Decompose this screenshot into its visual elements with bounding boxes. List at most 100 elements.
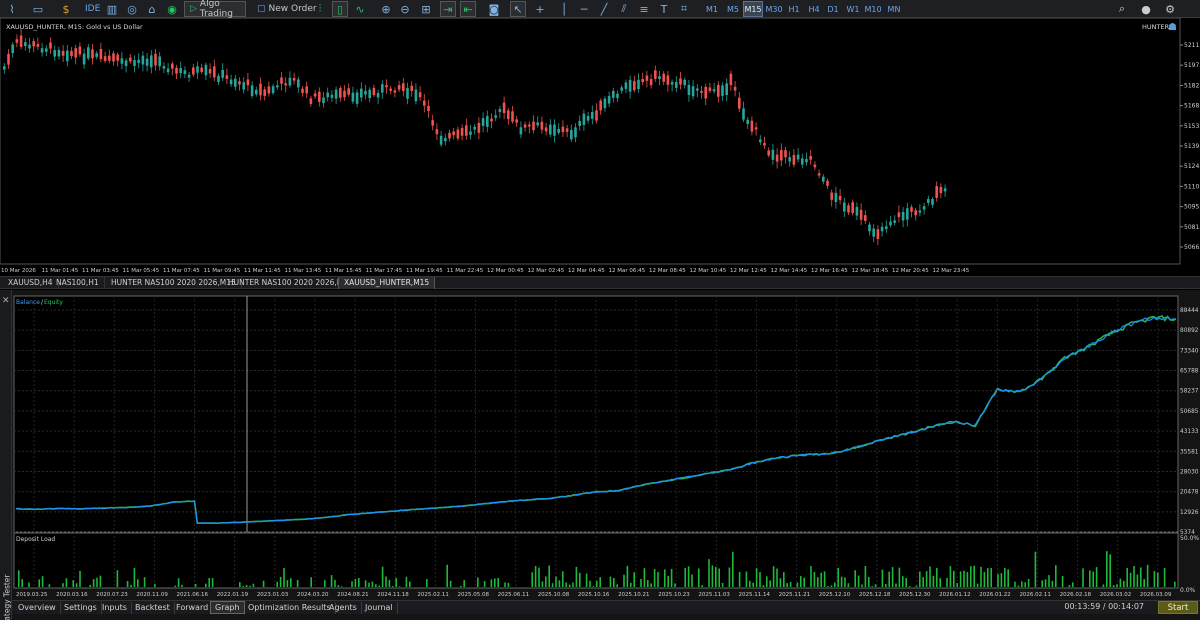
text-icon[interactable]: T xyxy=(656,1,672,17)
tab-settings[interactable]: Settings xyxy=(60,602,102,614)
timeframe-m10[interactable]: M10 xyxy=(863,1,883,17)
deposit-load-bar xyxy=(538,567,540,587)
candle-body xyxy=(931,199,934,205)
candle-body xyxy=(171,63,174,69)
zoom-out-icon[interactable]: ⊖ xyxy=(397,1,413,17)
market-icon[interactable]: $ xyxy=(58,1,74,17)
trendline-icon[interactable]: ╱ xyxy=(596,1,612,17)
close-icon[interactable]: ✕ xyxy=(2,296,10,306)
deposit-load-bar xyxy=(211,578,214,587)
start-button[interactable]: Start xyxy=(1158,601,1198,614)
deposit-load-bar xyxy=(623,574,625,587)
chart-type-icon[interactable]: ⌇ xyxy=(4,1,20,17)
price-chart[interactable]: 5211. 5197. 5182. 5168. 5153. 5139. 5124. 5110.… xyxy=(0,18,1200,274)
deposit-load-bar xyxy=(463,580,465,587)
zoom-in-icon[interactable]: ⊕ xyxy=(378,1,394,17)
search-icon[interactable]: ⌕ xyxy=(1114,1,1130,17)
deposit-load-bar xyxy=(779,578,782,587)
vertical-line-icon[interactable]: │ xyxy=(556,1,572,17)
candle-body xyxy=(582,113,586,125)
algo-trading-button[interactable]: ▷ Algo Trading xyxy=(184,0,246,19)
price-axis-label: 5211. xyxy=(1184,42,1200,49)
tab-graph[interactable]: Graph xyxy=(210,601,245,614)
chart-shift-icon[interactable]: ⇤ xyxy=(460,1,476,17)
chart-tab-xauusd-hunter-m15[interactable]: XAUUSD_HUNTER,M15 xyxy=(338,277,436,289)
chart-tab-hunter-m5[interactable]: HUNTER NAS100 2020 2026,M5 xyxy=(223,277,355,289)
line-chart-icon[interactable]: ∿ xyxy=(352,1,368,17)
screenshot-icon[interactable]: ◙ xyxy=(486,1,502,17)
crosshair-icon[interactable]: + xyxy=(532,1,548,17)
deposit-load-bar xyxy=(130,584,132,587)
horizontal-line-icon[interactable]: ─ xyxy=(576,1,592,17)
deposit-load-bar xyxy=(1004,567,1006,587)
timeframe-mn[interactable]: MN xyxy=(884,1,904,17)
timeframe-d1[interactable]: D1 xyxy=(823,1,843,17)
auto-scroll-icon[interactable]: ⇥ xyxy=(440,1,456,17)
chart-tab-nas100-h1[interactable]: NAS100,H1 xyxy=(51,277,105,289)
deposit-load-bar xyxy=(976,583,979,587)
deposit-load-bar xyxy=(490,579,493,587)
home-icon[interactable]: ⌂ xyxy=(144,1,160,17)
candle-body xyxy=(166,68,170,73)
graph-x-label: 2026.03.02 xyxy=(1100,592,1132,598)
timeframe-m30[interactable]: M30 xyxy=(764,1,784,17)
tab-journal[interactable]: Journal xyxy=(361,602,398,614)
expert-name-label: HUNTER xyxy=(1142,23,1170,31)
chart-tab-hunter-m15[interactable]: HUNTER NAS100 2020 2026,M15 xyxy=(106,277,242,289)
channel-icon[interactable]: ⫽ xyxy=(616,1,632,17)
shapes-icon[interactable]: ⌗ xyxy=(676,1,692,17)
grid-icon[interactable]: ⊞ xyxy=(418,1,434,17)
candlestick-icon[interactable]: ▯ xyxy=(332,1,348,17)
balance-graph[interactable]: 88444 80892 73340 65788 58237 50685 43133 35581… xyxy=(12,290,1200,600)
candle-body xyxy=(389,88,392,91)
candle-body xyxy=(334,89,338,99)
deposit-load-bar xyxy=(987,568,989,587)
cursor-icon[interactable]: ↖ xyxy=(510,1,526,17)
tab-overview[interactable]: Overview xyxy=(14,602,61,614)
ide-button[interactable]: IDE xyxy=(80,1,105,17)
candle-body xyxy=(767,150,770,156)
graph-y-label: 12926 xyxy=(1180,510,1199,516)
tab-agents[interactable]: Agents xyxy=(325,602,362,614)
deposit-load-bar xyxy=(181,584,183,587)
deposit-load-bar xyxy=(262,580,265,587)
timeframe-m15[interactable]: M15 xyxy=(743,1,763,17)
chart-templates-icon[interactable]: ▭ xyxy=(30,1,46,17)
timeframe-h1[interactable]: H1 xyxy=(784,1,804,17)
graph-x-label: 2026.01.12 xyxy=(939,592,971,598)
timeframe-h4[interactable]: H4 xyxy=(804,1,824,17)
candle-body xyxy=(78,46,82,55)
candle-body xyxy=(99,48,103,60)
signal-icon[interactable]: ◎ xyxy=(124,1,140,17)
deposit-load-bar xyxy=(738,571,741,587)
candle-body xyxy=(540,121,544,130)
deposit-load-bar xyxy=(1109,554,1111,587)
deposit-load-bar xyxy=(810,566,812,587)
candle-body xyxy=(309,98,313,104)
candle-body xyxy=(372,87,376,96)
tab-inputs[interactable]: Inputs xyxy=(98,602,132,614)
candle-body xyxy=(687,84,691,96)
timeframe-m5[interactable]: M5 xyxy=(723,1,743,17)
vps-icon[interactable]: ◉ xyxy=(164,1,180,17)
candle-body xyxy=(381,84,384,93)
candle-body xyxy=(654,70,657,79)
timeframe-w1[interactable]: W1 xyxy=(843,1,863,17)
deposit-load-bar xyxy=(874,584,877,587)
settings-icon[interactable]: ⚙ xyxy=(1162,1,1178,17)
book-icon[interactable]: ▥ xyxy=(104,1,120,17)
expert-hat-icon[interactable]: ☗ xyxy=(1168,22,1177,33)
deposit-load-bar xyxy=(1068,585,1071,587)
graph-x-label: 2022.01.19 xyxy=(217,592,249,598)
timeframe-m1[interactable]: M1 xyxy=(702,1,722,17)
tab-optimization-results[interactable]: Optimization Results xyxy=(244,602,336,614)
tab-backtest[interactable]: Backtest xyxy=(131,602,175,614)
candle-body xyxy=(95,53,98,57)
fibonacci-icon[interactable]: ≡ xyxy=(636,1,652,17)
deposit-load-bar xyxy=(898,567,901,587)
candle-body xyxy=(385,85,388,88)
candle-body xyxy=(809,156,812,160)
account-icon[interactable]: ● xyxy=(1138,1,1154,17)
bar-chart-icon[interactable]: ⫶ xyxy=(312,1,328,17)
tab-forward[interactable]: Forward xyxy=(172,602,214,614)
